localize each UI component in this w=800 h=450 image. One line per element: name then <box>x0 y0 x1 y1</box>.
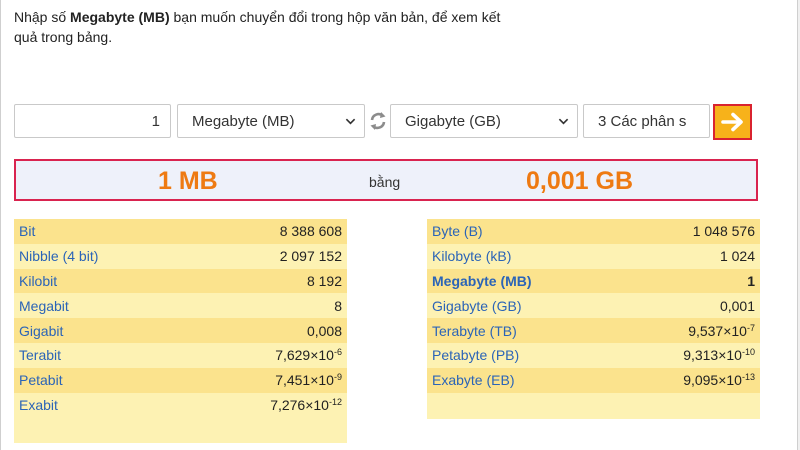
unit-value: 8 192 <box>307 273 342 289</box>
bit-units-table: Bit 8 388 608 Nibble (4 bit) 2 097 152 Kilob… <box>14 219 347 443</box>
unit-value-exponent: -6 <box>333 347 342 358</box>
unit-value-text: 1 048 576 <box>692 223 755 240</box>
unit-value: 8 388 608 <box>280 223 342 239</box>
table-row: Megabyte (MB) 1 <box>427 268 760 294</box>
unit-label[interactable]: Megabit <box>19 298 69 314</box>
unit-value: 0,008 <box>307 323 342 339</box>
unit-value-exponent: -10 <box>741 347 755 358</box>
chevron-down-icon <box>345 118 356 125</box>
table-row: Megabit 8 <box>14 293 347 318</box>
unit-label[interactable]: Megabyte (MB) <box>432 273 532 289</box>
result-equals: bằng <box>369 174 401 190</box>
table-row: Petabit 7,451×10-9 <box>14 367 347 393</box>
unit-label[interactable]: Kilobit <box>19 273 57 289</box>
unit-value: 7,276×10-12 <box>270 397 342 413</box>
table-row: Exabyte (EB) 9,095×10-13 <box>427 367 760 393</box>
unit-value: 7,451×10-9 <box>275 372 342 388</box>
to-unit-value: Gigabyte (GB) <box>405 112 501 130</box>
unit-value: 1 048 576 <box>693 223 755 239</box>
to-unit-select[interactable]: Gigabyte (GB) <box>390 104 578 138</box>
unit-value-exponent: -13 <box>741 372 755 383</box>
unit-label[interactable]: Terabyte (TB) <box>432 323 517 339</box>
unit-label[interactable]: Nibble (4 bit) <box>19 248 98 264</box>
unit-value-text: 9,537×10 <box>688 322 747 339</box>
unit-value-text: 9,313×10 <box>683 347 742 364</box>
decimals-value: 3 Các phân s <box>598 112 687 130</box>
result-box: 1 MB bằng 0,001 GB <box>14 159 758 201</box>
unit-value: 1 <box>747 273 755 289</box>
table-row: Byte (B) 1 048 576 <box>427 219 760 244</box>
unit-label[interactable]: Petabyte (PB) <box>432 347 519 363</box>
intro-prefix: Nhập số <box>14 9 71 25</box>
table-row: Gigabyte (GB) 0,001 <box>427 293 760 318</box>
intro-unit: Megabyte (MB) <box>70 9 170 25</box>
unit-value-text: 0,008 <box>306 322 342 339</box>
unit-value: 2 097 152 <box>280 248 342 264</box>
table-row: Terabyte (TB) 9,537×10-7 <box>427 318 760 343</box>
unit-value-text: 7,629×10 <box>275 347 334 364</box>
chevron-down-icon <box>558 118 569 125</box>
swap-icon[interactable] <box>368 110 388 132</box>
unit-value-text: 7,276×10 <box>270 396 329 413</box>
unit-value-text: 7,451×10 <box>275 372 334 389</box>
table-row: Bit 8 388 608 <box>14 219 347 244</box>
table-row: Petabyte (PB) 9,313×10-10 <box>427 343 760 368</box>
table-row: Exabit 7,276×10-12 <box>14 393 347 418</box>
unit-value: 9,313×10-10 <box>683 347 755 363</box>
instruction-text: Nhập số Megabyte (MB) bạn muốn chuyển đổ… <box>14 7 514 47</box>
unit-value-text: 8 192 <box>306 272 342 289</box>
from-unit-value: Megabyte (MB) <box>192 112 295 130</box>
unit-value-text: 0,001 <box>719 297 755 314</box>
unit-label[interactable]: Exabit <box>19 397 58 413</box>
unit-value: 9,537×10-7 <box>688 323 755 339</box>
result-to: 0,001 GB <box>526 167 634 195</box>
converter-panel: Nhập số Megabyte (MB) bạn muốn chuyển đổ… <box>0 0 798 450</box>
result-from: 1 MB <box>158 167 218 195</box>
unit-value-exponent: -7 <box>746 322 755 333</box>
unit-value-text: 9,095×10 <box>683 372 742 389</box>
unit-label[interactable]: Byte (B) <box>432 223 483 239</box>
unit-value: 9,095×10-13 <box>683 372 755 388</box>
unit-value-text: 8 <box>334 297 342 314</box>
unit-label[interactable]: Gigabit <box>19 323 63 339</box>
unit-label[interactable]: Petabit <box>19 372 63 388</box>
unit-label[interactable]: Gigabyte (GB) <box>432 298 521 314</box>
unit-value-exponent: -12 <box>328 396 342 407</box>
unit-value-exponent: -9 <box>333 372 342 383</box>
decimals-select[interactable]: 3 Các phân s <box>583 104 710 138</box>
unit-label[interactable]: Bit <box>19 223 35 239</box>
byte-units-table: Byte (B) 1 048 576 Kilobyte (kB) 1 024 Megab… <box>427 219 760 419</box>
unit-value: 0,001 <box>720 298 755 314</box>
unit-value-text: 1 <box>747 272 755 289</box>
unit-value-text: 1 024 <box>719 248 755 265</box>
arrow-right-icon <box>720 112 743 132</box>
unit-value-text: 2 097 152 <box>279 248 342 265</box>
unit-value: 1 024 <box>720 248 755 264</box>
from-unit-select[interactable]: Megabyte (MB) <box>177 104 365 138</box>
table-row: Nibble (4 bit) 2 097 152 <box>14 244 347 269</box>
convert-button[interactable] <box>713 104 752 140</box>
unit-label[interactable]: Exabyte (EB) <box>432 372 514 388</box>
value-input[interactable] <box>14 104 171 138</box>
unit-label[interactable]: Kilobyte (kB) <box>432 248 511 264</box>
unit-value-text: 8 388 608 <box>279 223 342 240</box>
table-row: Gigabit 0,008 <box>14 318 347 343</box>
unit-label[interactable]: Terabit <box>19 347 61 363</box>
table-row: Terabit 7,629×10-6 <box>14 343 347 368</box>
unit-value: 7,629×10-6 <box>275 347 342 363</box>
unit-value: 8 <box>334 298 342 314</box>
table-row: Kilobit 8 192 <box>14 268 347 294</box>
table-row: Kilobyte (kB) 1 024 <box>427 244 760 269</box>
